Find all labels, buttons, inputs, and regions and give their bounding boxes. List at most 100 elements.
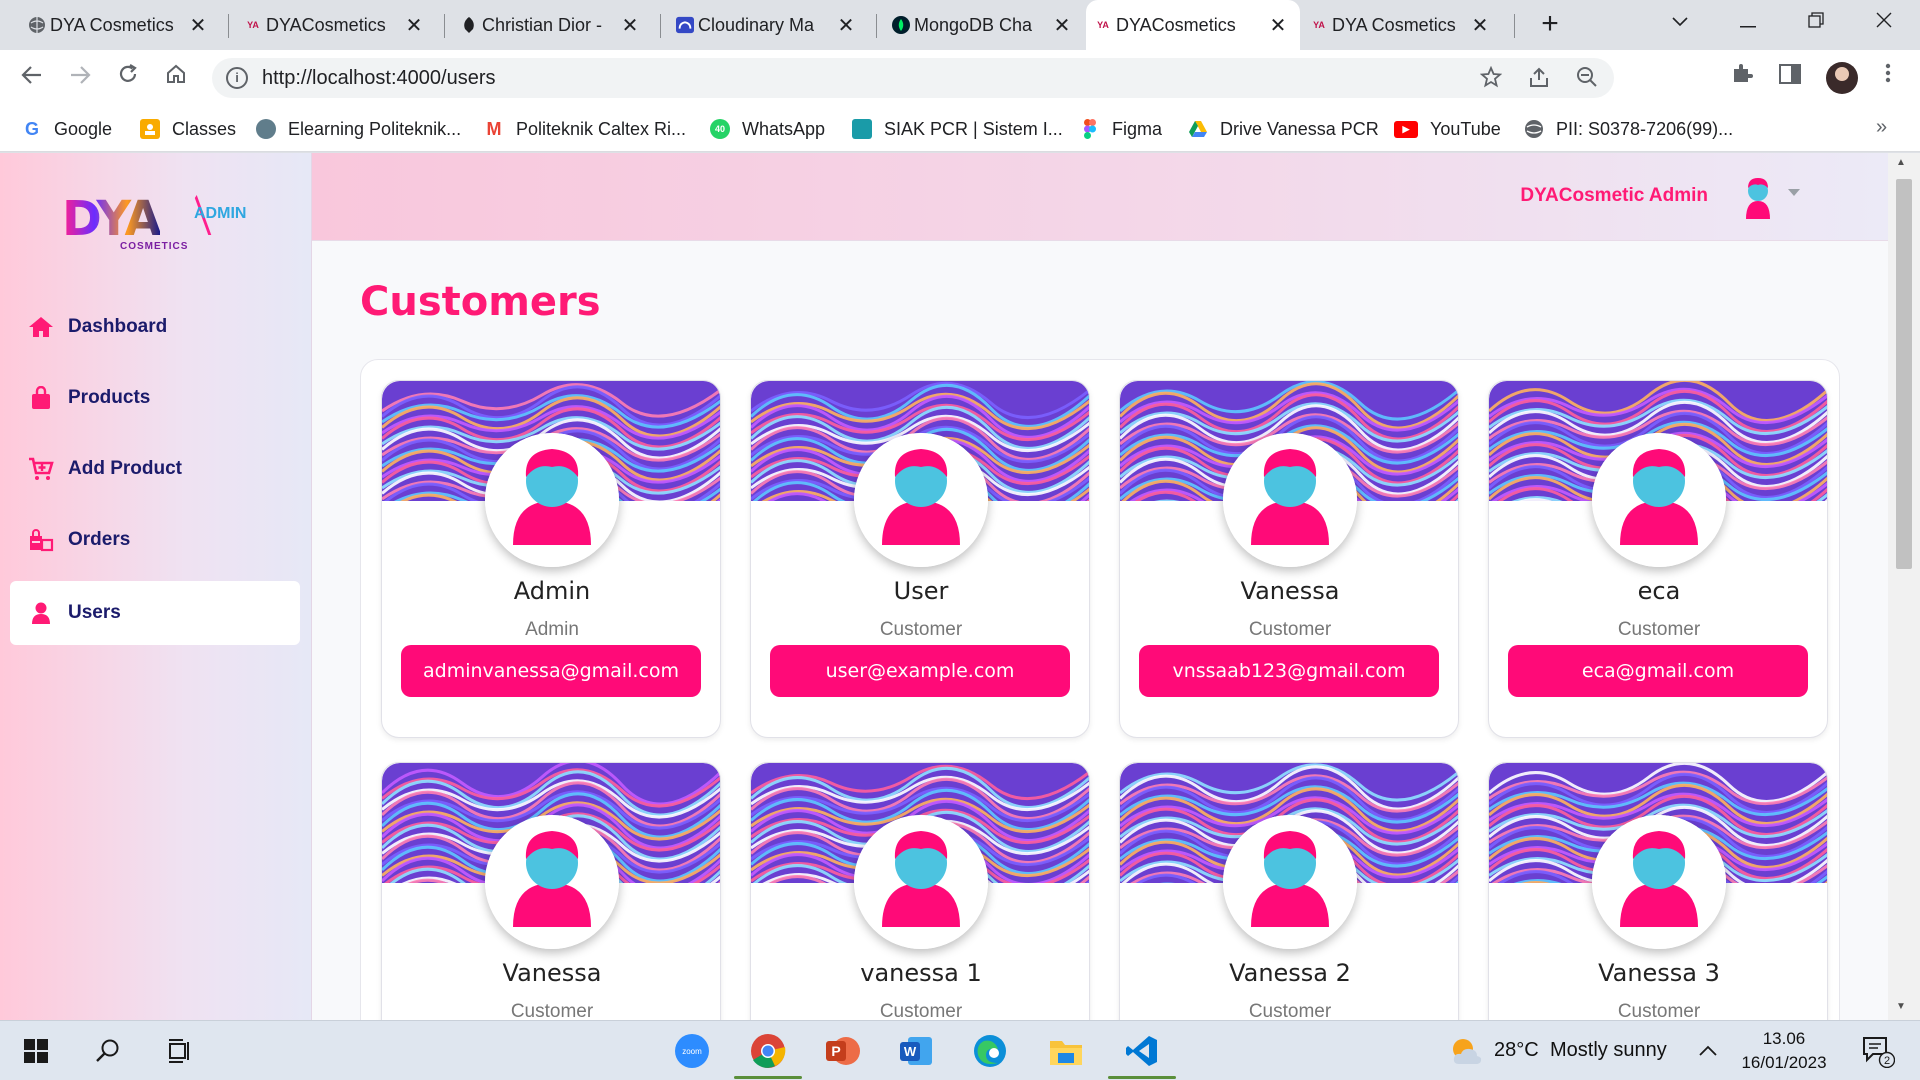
zoom-app-icon[interactable]: zoom: [672, 1031, 712, 1071]
user-card[interactable]: Vanessa 2 Customer: [1119, 762, 1459, 1020]
minimize-icon[interactable]: [1718, 0, 1778, 44]
close-icon[interactable]: ✕: [1470, 13, 1490, 38]
scroll-down-arrow-icon[interactable]: ▼: [1896, 1001, 1906, 1012]
windows-start-icon[interactable]: [16, 1031, 56, 1071]
zoom-out-icon[interactable]: [1574, 66, 1600, 92]
reload-icon[interactable]: [112, 62, 144, 94]
bookmark-label: Google: [54, 118, 113, 139]
weather-sun-cloud-icon[interactable]: [1446, 1031, 1486, 1071]
close-icon[interactable]: ✕: [1052, 13, 1072, 38]
close-icon[interactable]: ✕: [1268, 13, 1288, 38]
notification-count: 2: [1884, 1055, 1890, 1067]
dya-favicon: YA: [1313, 20, 1325, 30]
more-menu-icon[interactable]: [1872, 62, 1904, 94]
sidebar-item-label: Add Product: [68, 458, 182, 479]
bookmark-siak[interactable]: SIAK PCR | Sistem I...: [852, 116, 1063, 142]
side-panel-icon[interactable]: [1774, 62, 1806, 94]
user-email-button[interactable]: vnssaab123@gmail.com: [1139, 645, 1439, 697]
tab-dya-cosmetics-2[interactable]: YA DYA Cosmetics ✕: [1302, 0, 1502, 50]
tab-label: Cloudinary Ma: [698, 14, 815, 35]
bookmarks-overflow-icon[interactable]: »: [1876, 116, 1887, 139]
user-role: Admin: [525, 619, 579, 640]
sidebar-item-products[interactable]: Products: [10, 366, 300, 430]
sidebar-item-users[interactable]: Users: [10, 581, 300, 645]
bookmark-star-icon[interactable]: [1478, 65, 1504, 92]
file-explorer-app-icon[interactable]: [1046, 1031, 1086, 1071]
dior-favicon: [460, 16, 478, 34]
bookmark-politeknik-caltex[interactable]: M Politeknik Caltex Ri...: [484, 116, 687, 142]
system-clock[interactable]: 13.06 16/01/2023: [1722, 1027, 1846, 1075]
bookmark-pii[interactable]: PII: S0378-7206(99)...: [1524, 116, 1733, 142]
user-card[interactable]: eca Customer eca@gmail.com: [1488, 380, 1828, 738]
user-name: Vanessa: [1240, 577, 1340, 605]
bookmark-classes[interactable]: Classes: [140, 116, 236, 142]
bookmark-youtube[interactable]: ▶ YouTube: [1394, 116, 1501, 142]
tab-cloudinary[interactable]: Cloudinary Ma ✕: [668, 0, 868, 50]
home-icon[interactable]: [160, 62, 192, 94]
close-icon[interactable]: ✕: [404, 13, 424, 38]
word-app-icon[interactable]: W: [896, 1031, 936, 1071]
user-avatar-icon: [485, 433, 619, 567]
notification-center-icon[interactable]: 2: [1858, 1031, 1898, 1071]
forward-arrow-icon[interactable]: [64, 62, 96, 94]
bookmark-figma[interactable]: Figma: [1080, 116, 1162, 142]
tab-dya-cosmetics-1[interactable]: DYA Cosmetics ✕: [20, 0, 220, 50]
user-name: Vanessa 3: [1598, 959, 1720, 987]
scrollbar-thumb[interactable]: [1896, 179, 1912, 569]
user-card[interactable]: Vanessa Customer: [381, 762, 721, 1020]
user-email-button[interactable]: adminvanessa@gmail.com: [401, 645, 701, 697]
edge-app-icon[interactable]: [970, 1031, 1010, 1071]
user-card[interactable]: Vanessa 3 Customer: [1488, 762, 1828, 1020]
bookmark-drive[interactable]: Drive Vanessa PCR: [1188, 116, 1379, 142]
tab-dyacosmetics-1[interactable]: YA DYACosmetics ✕: [236, 0, 436, 50]
bookmark-google[interactable]: G Google: [22, 116, 112, 142]
globe-icon: [28, 16, 46, 34]
tab-christian-dior[interactable]: Christian Dior - ✕: [452, 0, 652, 50]
sidebar-item-orders[interactable]: Orders: [10, 508, 300, 572]
whatsapp-icon: 40: [710, 119, 730, 139]
mongodb-favicon: [892, 16, 910, 34]
user-card[interactable]: User Customer user@example.com: [750, 380, 1090, 738]
bookmark-elearning[interactable]: Elearning Politeknik...: [256, 116, 461, 142]
dya-logo[interactable]: DYA ADMIN COSMETICS: [62, 191, 262, 253]
user-email-button[interactable]: eca@gmail.com: [1508, 645, 1808, 697]
search-icon[interactable]: [88, 1031, 128, 1071]
address-bar[interactable]: i http://localhost:4000/users: [212, 58, 1614, 98]
bookmark-label: Classes: [172, 118, 237, 139]
tab-dyacosmetics-active[interactable]: YA DYACosmetics ✕: [1086, 0, 1300, 50]
user-name: User: [893, 577, 949, 605]
chevron-down-icon[interactable]: [1788, 189, 1800, 196]
tab-search-chevron-icon[interactable]: [1650, 0, 1710, 44]
cloudinary-favicon: [676, 16, 694, 34]
close-icon[interactable]: ✕: [188, 13, 208, 38]
restore-icon[interactable]: [1786, 0, 1846, 44]
sidebar-item-add-product[interactable]: Add Product: [10, 437, 300, 501]
task-view-icon[interactable]: [160, 1031, 200, 1071]
chrome-app-icon[interactable]: [734, 1031, 802, 1079]
header-avatar-icon[interactable]: [1738, 175, 1778, 219]
tab-mongodb[interactable]: MongoDB Cha ✕: [884, 0, 1084, 50]
extensions-puzzle-icon[interactable]: [1726, 62, 1758, 94]
user-card[interactable]: Vanessa Customer vnssaab123@gmail.com: [1119, 380, 1459, 738]
close-icon[interactable]: ✕: [836, 13, 856, 38]
back-arrow-icon[interactable]: [16, 62, 48, 94]
powerpoint-app-icon[interactable]: P: [822, 1031, 862, 1071]
clock-time: 13.06: [1762, 1029, 1806, 1048]
close-window-icon[interactable]: [1854, 0, 1914, 44]
user-card[interactable]: Admin Admin adminvanessa@gmail.com: [381, 380, 721, 738]
user-email-button[interactable]: user@example.com: [770, 645, 1070, 697]
bookmark-label: Elearning Politeknik...: [288, 118, 462, 139]
bookmark-whatsapp[interactable]: 40 WhatsApp: [710, 116, 825, 142]
share-icon[interactable]: [1526, 66, 1552, 92]
user-card[interactable]: vanessa 1 Customer: [750, 762, 1090, 1020]
tab-separator: [660, 14, 661, 38]
profile-avatar[interactable]: [1826, 62, 1858, 94]
header-user-name[interactable]: DYACosmetic Admin: [1520, 185, 1708, 207]
close-icon[interactable]: ✕: [620, 13, 640, 38]
user-role: Customer: [1248, 1001, 1332, 1020]
new-tab-button[interactable]: +: [1534, 8, 1566, 40]
vscode-app-icon[interactable]: [1108, 1031, 1176, 1079]
sidebar-item-dashboard[interactable]: Dashboard: [10, 295, 300, 359]
scroll-up-arrow-icon[interactable]: ▲: [1896, 157, 1906, 168]
site-info-icon[interactable]: i: [226, 67, 248, 89]
